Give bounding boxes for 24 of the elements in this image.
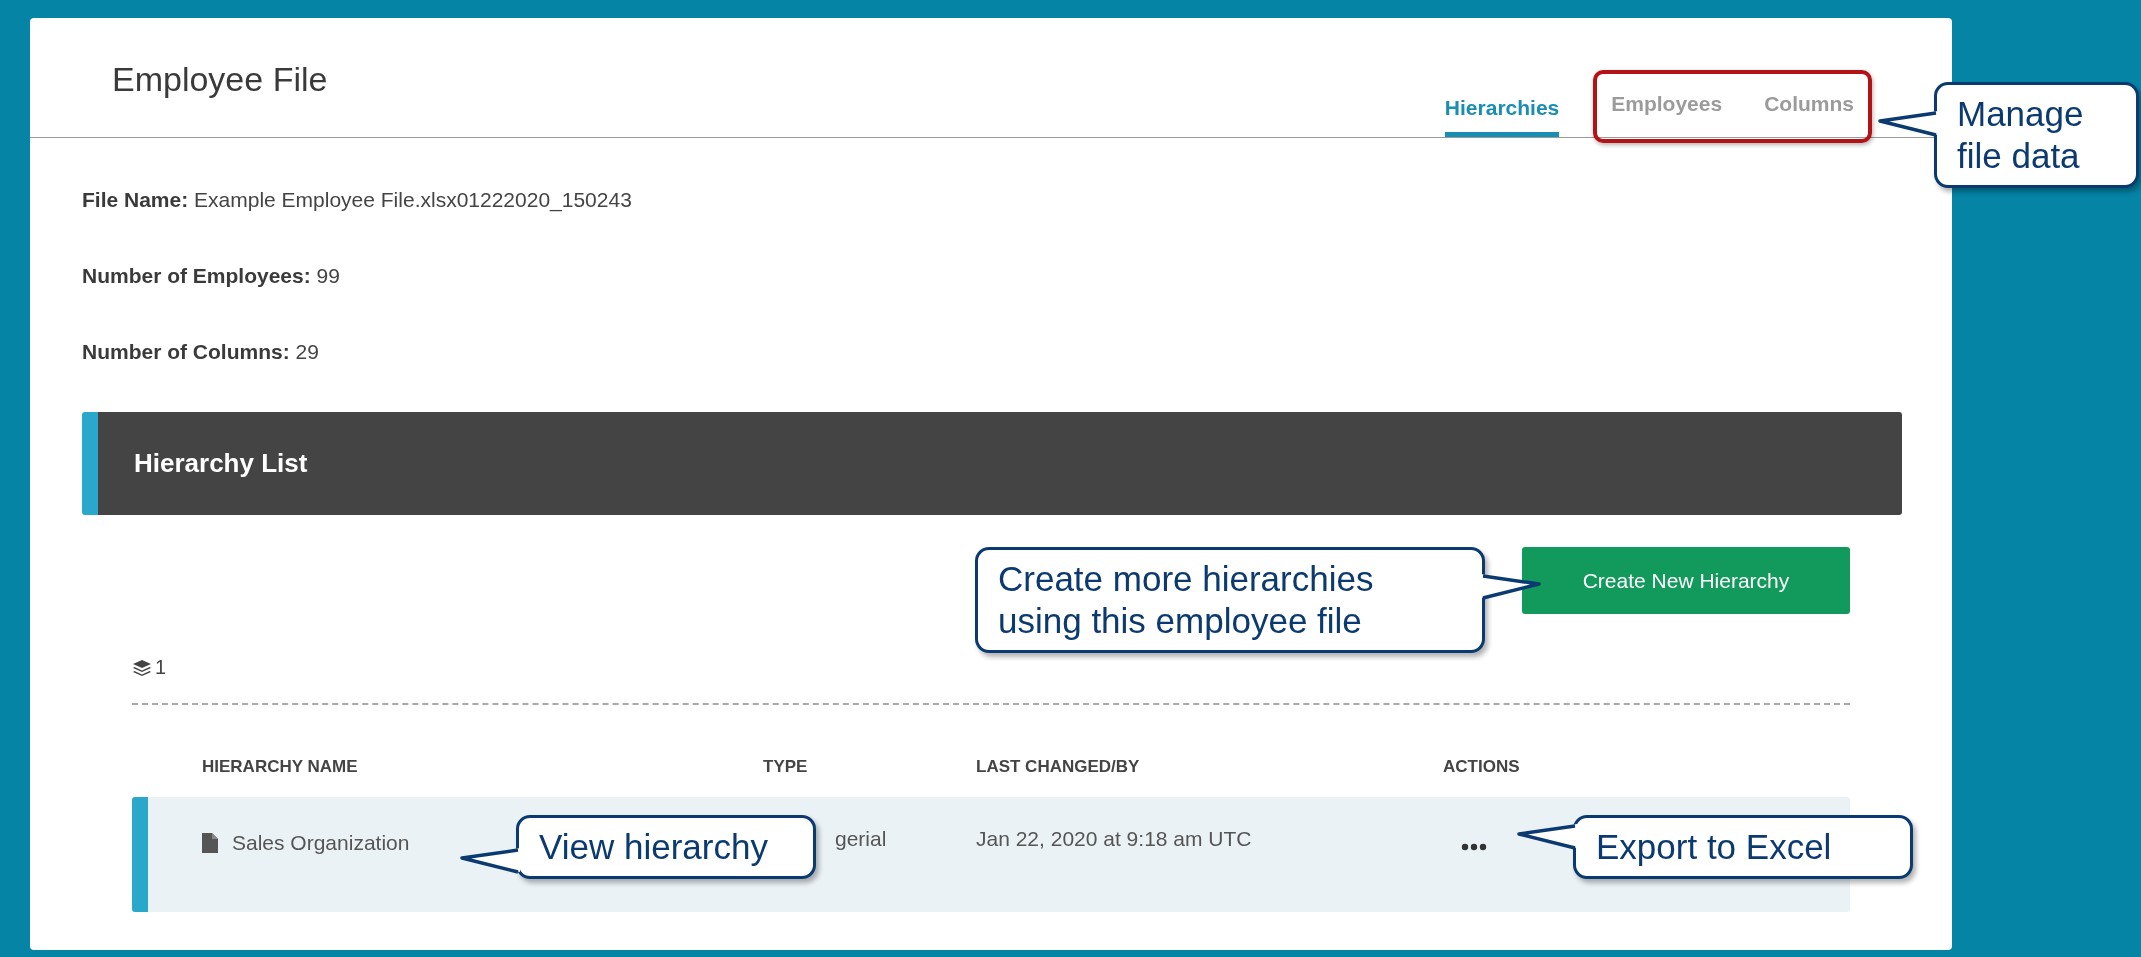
section-title: Hierarchy List xyxy=(134,448,308,479)
tab[interactable]: Hierarchies xyxy=(1444,96,1560,137)
layers-icon xyxy=(132,658,152,677)
info-line: File Name: Example Employee File.xlsx01222020_150243 xyxy=(82,188,633,214)
create-button[interactable]: Create New Hierarchy xyxy=(1522,547,1850,614)
callout: Manage file data xyxy=(1876,82,2139,188)
tab[interactable]: Columns xyxy=(1764,92,1854,139)
info-line: Number of Columns: 29 xyxy=(82,340,320,365)
hierarchy-count: 1 xyxy=(155,656,167,679)
file-icon xyxy=(202,833,218,853)
column-header: LAST CHANGED/BY xyxy=(976,757,1141,777)
info-line: Number of Employees: 99 xyxy=(82,264,341,289)
column-header: TYPE xyxy=(763,757,809,777)
more-icon[interactable] xyxy=(1461,843,1487,851)
callout: View hierarchy xyxy=(458,815,816,879)
callout: Create more hierarchies using this employee file xyxy=(975,547,1543,653)
hierarchy-name-link[interactable]: Sales Organization xyxy=(232,831,410,855)
table-cell-text: gerial xyxy=(834,827,888,851)
table-cell-text: Jan 22, 2020 at 9:18 am UTC xyxy=(976,827,1253,851)
page-title: Employee File xyxy=(112,60,328,99)
callout: Export to Excel xyxy=(1515,815,1913,879)
tab[interactable]: Employees xyxy=(1611,92,1723,139)
column-header: HIERARCHY NAME xyxy=(202,757,359,777)
column-header: ACTIONS xyxy=(1443,757,1521,777)
